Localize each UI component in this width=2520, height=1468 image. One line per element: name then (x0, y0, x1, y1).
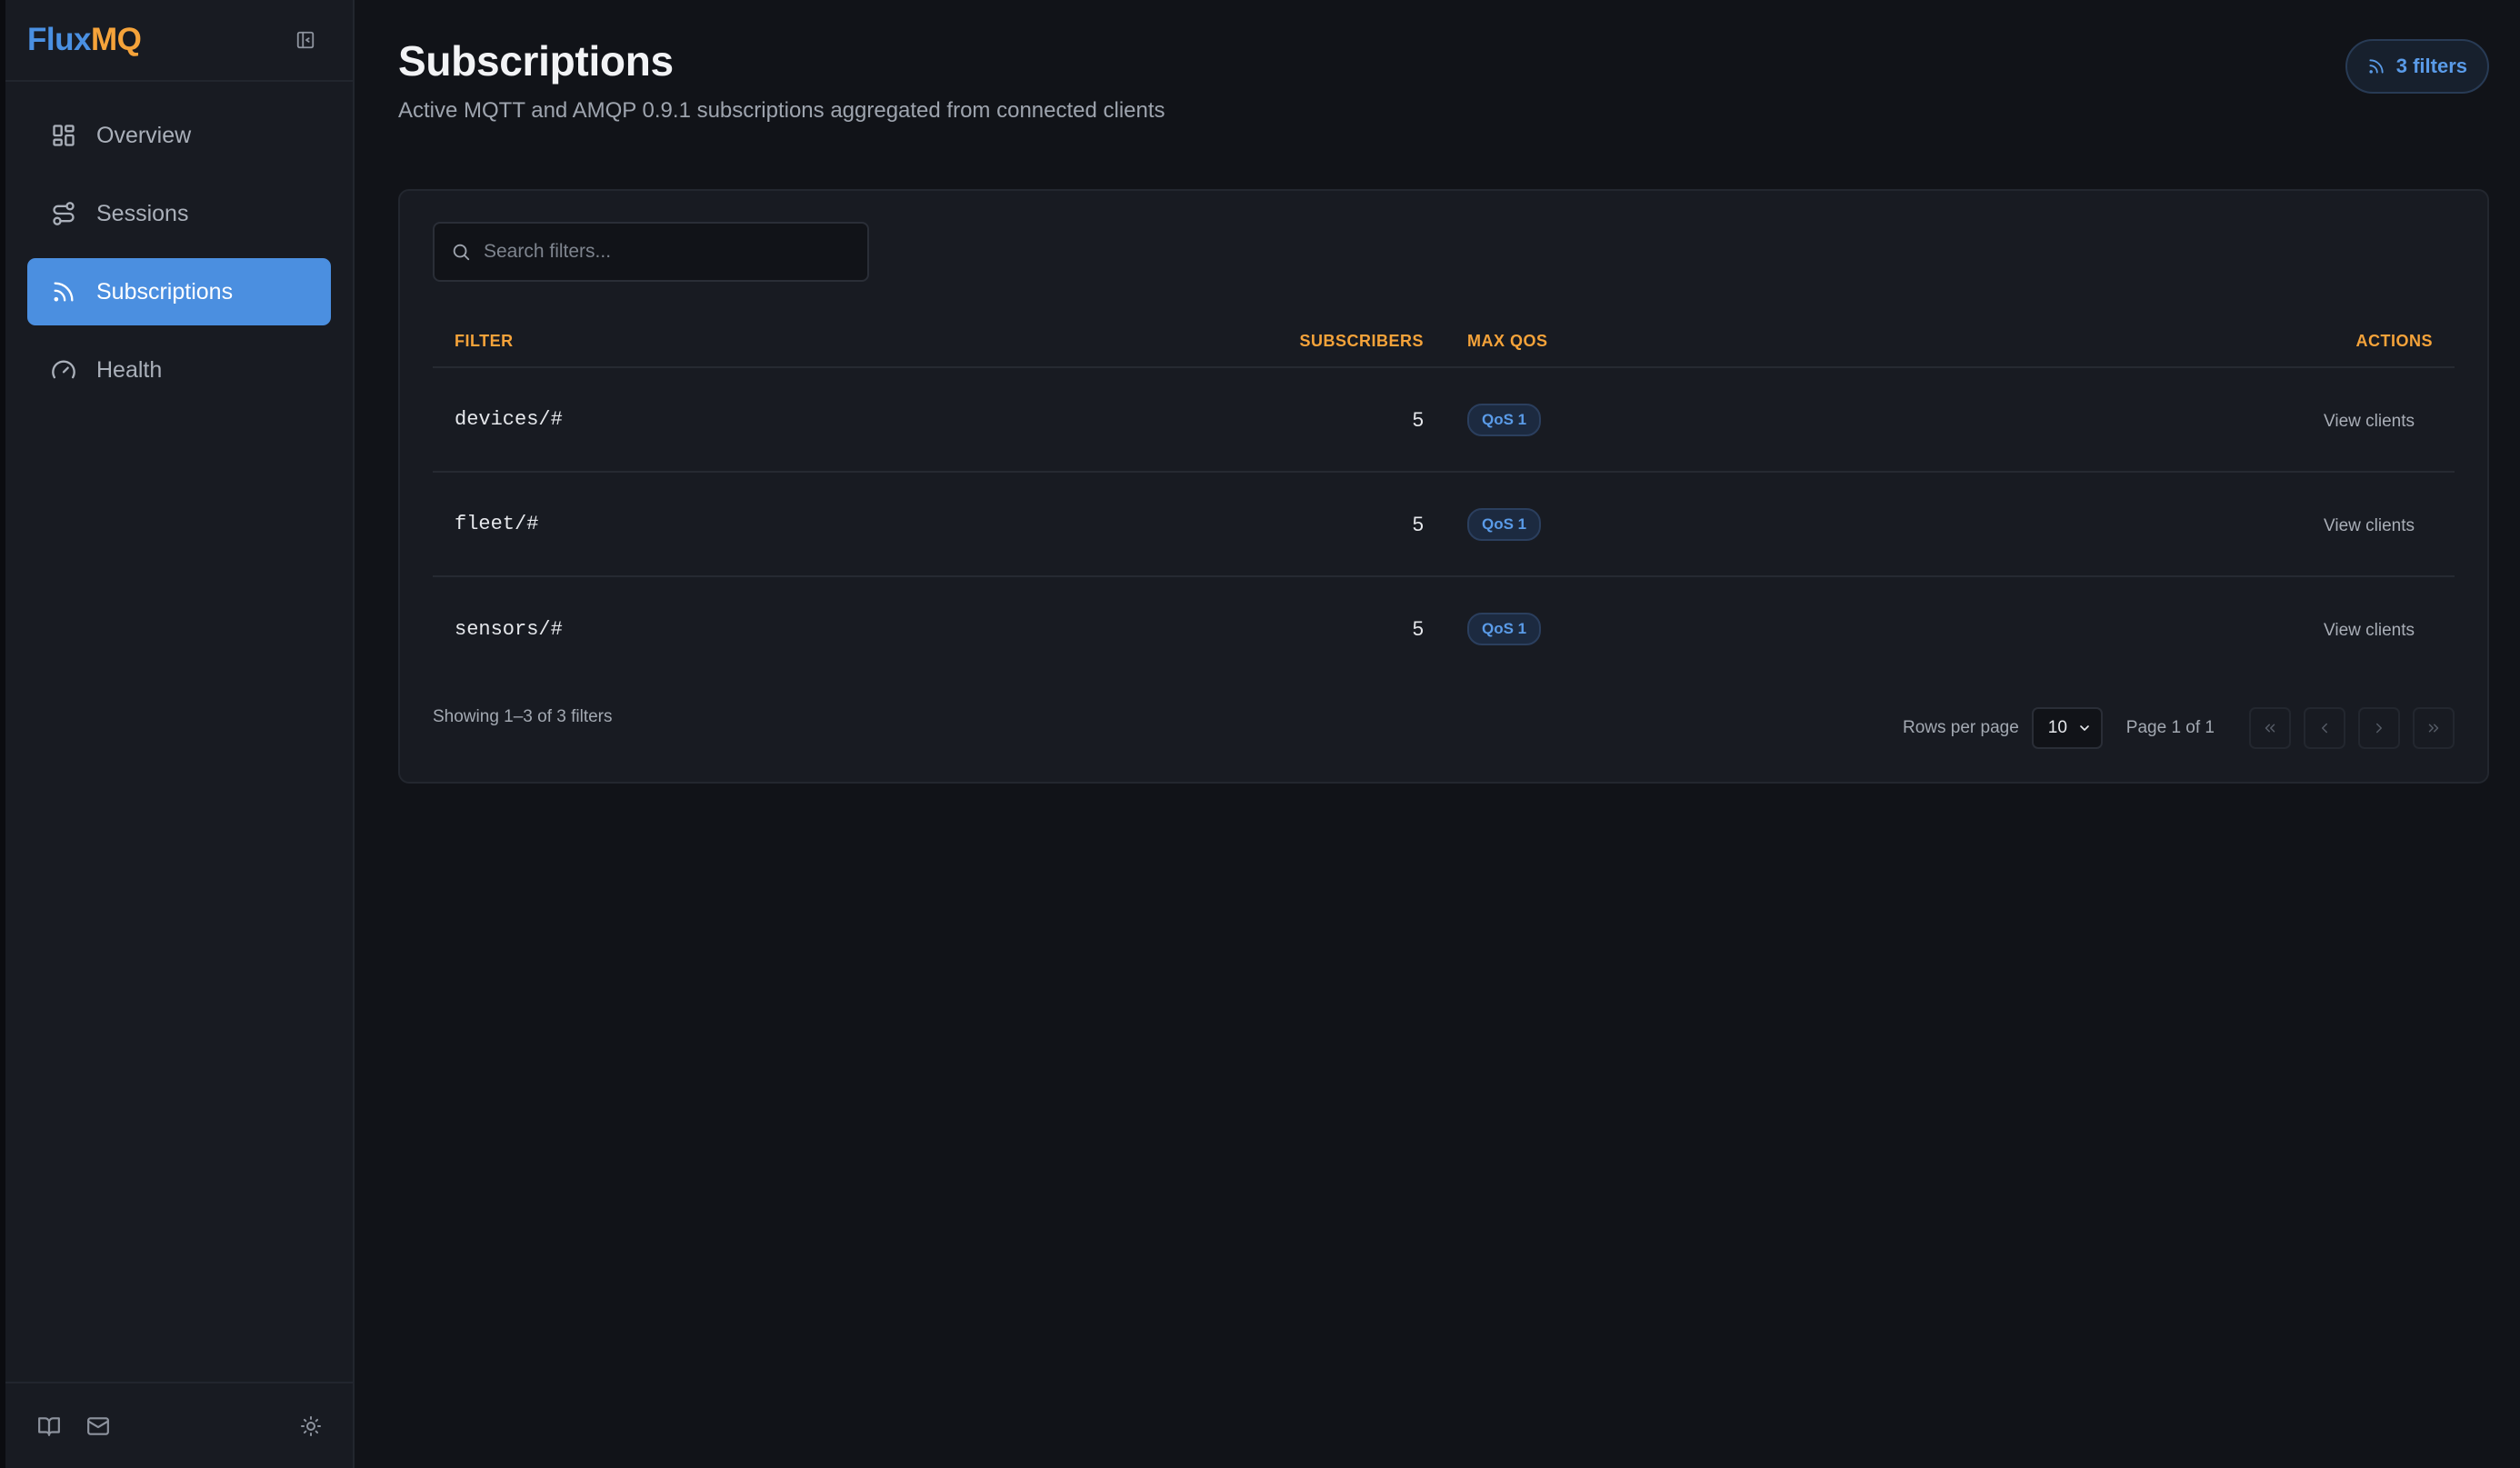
filters-count-badge: 3 filters (2345, 39, 2489, 94)
sidebar-item-subscriptions[interactable]: Subscriptions (27, 258, 331, 325)
chevrons-right-icon (2428, 724, 2439, 733)
table-footer: Showing 1–3 of 3 filters Rows per page 1… (433, 707, 2455, 749)
sidebar-nav: Overview Sessions Subscriptions Health (5, 82, 353, 424)
view-clients-button[interactable]: View clients (2324, 516, 2433, 535)
actions-cell: View clients (1925, 472, 2455, 577)
table-row: devices/# 5 QoS 1 View clients (433, 367, 2455, 473)
page-title: Subscriptions (398, 37, 674, 85)
rows-per-page-value: 10 (2047, 718, 2067, 737)
subscribers-cell: 5 (1287, 367, 1424, 473)
view-clients-button[interactable]: View clients (2324, 412, 2433, 431)
table-row: sensors/# 5 QoS 1 View clients (433, 576, 2455, 681)
qos-badge: QoS 1 (1467, 613, 1542, 645)
route-icon (53, 202, 75, 225)
search-icon (453, 244, 470, 261)
rss-icon (54, 282, 74, 302)
filter-cell: fleet/# (433, 472, 1287, 577)
subscribers-cell: 5 (1412, 617, 1424, 640)
column-header-max-qos[interactable]: Max QoS (1424, 316, 1925, 368)
app-shell: FluxMQ Overview Sessions Subscriptions H… (0, 0, 2520, 1468)
column-header-actions: Actions (1925, 316, 2455, 368)
column-header-subscribers[interactable]: Subscribers (1287, 316, 1424, 368)
pagination: Rows per page 10 Page 1 of 1 (1903, 707, 2455, 749)
sun-icon (301, 1415, 321, 1436)
filter-cell: sensors/# (455, 617, 563, 641)
table-header-row: Filter Subscribers Max QoS Actions (433, 316, 2455, 368)
sidebar-item-overview[interactable]: Overview (27, 102, 331, 169)
chevron-down-icon (2079, 725, 2089, 731)
sidebar-item-label: Health (96, 356, 163, 383)
sidebar-item-sessions[interactable]: Sessions (27, 180, 331, 247)
search-input[interactable] (484, 241, 851, 263)
gauge-icon (52, 360, 75, 379)
sidebar-item-health[interactable]: Health (27, 336, 331, 404)
column-header-filter[interactable]: Filter (433, 316, 1287, 368)
sidebar-footer (5, 1382, 353, 1468)
theme-toggle-button[interactable] (295, 1410, 327, 1443)
subscriptions-card: Filter Subscribers Max QoS Actions devic… (398, 189, 2489, 784)
subscribers-cell: 5 (1287, 472, 1424, 577)
sidebar-item-label: Sessions (96, 200, 189, 226)
docs-button[interactable] (33, 1410, 65, 1443)
filter-cell: devices/# (433, 367, 1287, 473)
next-page-button[interactable] (2358, 707, 2400, 749)
filters-count-label: 3 filters (2395, 55, 2467, 77)
chevrons-left-icon (2265, 724, 2275, 733)
view-clients-button[interactable]: View clients (2324, 621, 2433, 640)
main-content: Subscriptions Active MQTT and AMQP 0.9.1… (355, 0, 2520, 1468)
mail-icon (87, 1416, 109, 1435)
logo-part-flux: Flux (27, 22, 91, 57)
qos-badge: QoS 1 (1467, 507, 1542, 541)
subscriptions-table: Filter Subscribers Max QoS Actions devic… (433, 316, 2455, 681)
footer-links (33, 1410, 115, 1443)
rows-per-page-select[interactable]: 10 (2031, 707, 2103, 749)
layout-grid-icon (53, 125, 75, 146)
rows-per-page-label: Rows per page (1903, 718, 2019, 737)
qos-cell: QoS 1 (1424, 367, 1925, 473)
qos-cell: QoS 1 (1424, 576, 1925, 681)
qos-badge: QoS 1 (1467, 403, 1542, 436)
sidebar-item-label: Subscriptions (96, 278, 234, 305)
page-info: Page 1 of 1 (2125, 718, 2215, 737)
logo[interactable]: FluxMQ (27, 22, 142, 58)
collapse-sidebar-button[interactable] (289, 24, 322, 56)
book-icon (38, 1416, 60, 1436)
chevron-right-icon (2376, 723, 2382, 734)
showing-count: Showing 1–3 of 3 filters (433, 707, 613, 726)
page-subtitle: Active MQTT and AMQP 0.9.1 subscriptions… (398, 98, 1165, 123)
previous-page-button[interactable] (2304, 707, 2345, 749)
search-box[interactable] (433, 222, 869, 282)
qos-cell: QoS 1 (1424, 472, 1925, 577)
panel-left-icon (296, 31, 315, 49)
actions-cell: View clients (1925, 367, 2455, 473)
actions-cell: View clients (1925, 576, 2455, 681)
table-row: fleet/# 5 QoS 1 View clients (433, 472, 2455, 577)
last-page-button[interactable] (2413, 707, 2455, 749)
sidebar-item-label: Overview (96, 122, 192, 148)
sidebar: FluxMQ Overview Sessions Subscriptions H… (0, 0, 355, 1468)
sidebar-header: FluxMQ (5, 0, 353, 82)
chevron-left-icon (2322, 723, 2327, 734)
rss-icon (2369, 59, 2384, 74)
logo-part-mq: MQ (90, 22, 142, 57)
first-page-button[interactable] (2249, 707, 2291, 749)
contact-button[interactable] (82, 1410, 115, 1443)
